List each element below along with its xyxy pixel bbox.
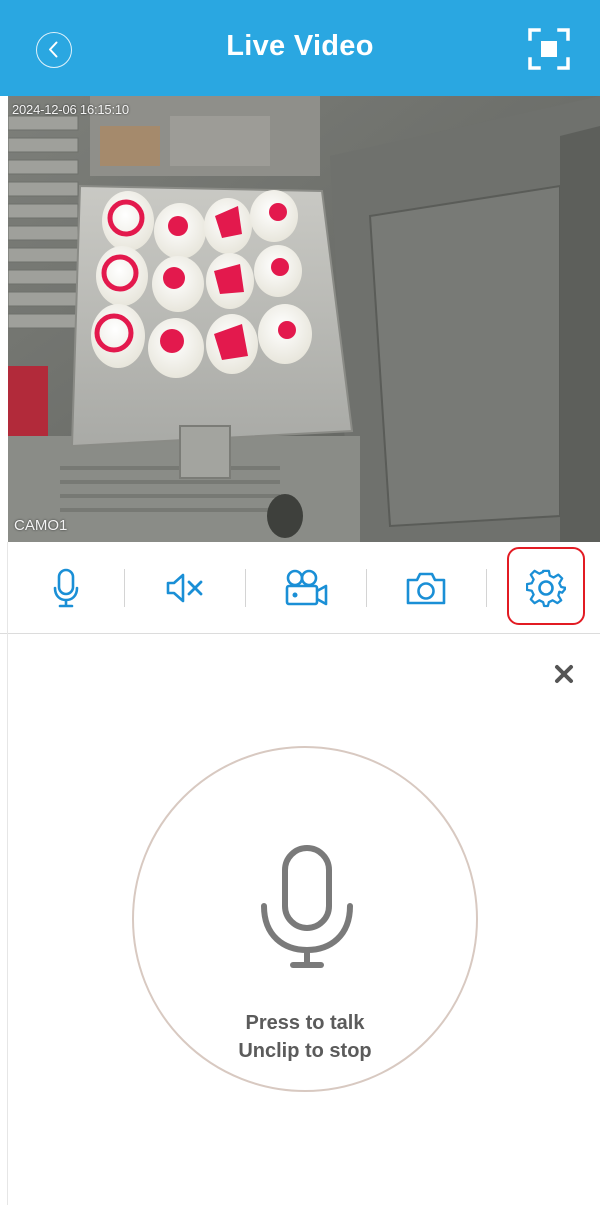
camera-icon: [406, 572, 446, 605]
microphone-icon: [261, 845, 353, 968]
video-feed[interactable]: 2024-12-06 16:15:10 CAMO1: [0, 96, 600, 542]
camera-name-label: CAMO1: [14, 517, 68, 534]
page-title: Live Video: [226, 30, 374, 62]
live-video-screen: Live Video 2024-12-06 16:15:10 CAMO1 Pre…: [0, 0, 600, 1205]
fullscreen-icon: [528, 28, 570, 70]
close-icon: [555, 665, 573, 683]
snapshot-button[interactable]: [366, 542, 486, 634]
speaker-muted-icon: [166, 573, 203, 603]
left-edge-line: [7, 542, 8, 1205]
close-panel-button[interactable]: [548, 658, 580, 690]
gear-icon: [526, 569, 566, 608]
talk-instruction-line2: Unclip to stop: [238, 1040, 372, 1062]
video-timestamp: 2024-12-06 16:15:10: [12, 102, 129, 117]
settings-button[interactable]: [486, 542, 600, 634]
video-toolbar: [0, 542, 600, 634]
header-bar: Live Video: [0, 0, 600, 96]
record-button[interactable]: [246, 542, 366, 634]
press-to-talk-button[interactable]: Press to talk Unclip to stop: [132, 746, 478, 1092]
talk-button[interactable]: [6, 542, 126, 634]
mute-button[interactable]: [125, 542, 245, 634]
microphone-icon: [53, 568, 79, 608]
fullscreen-button[interactable]: [526, 26, 572, 72]
talk-instruction-line1: Press to talk: [245, 1012, 365, 1034]
video-camera-icon: [285, 569, 328, 606]
video-frame: [0, 96, 600, 542]
